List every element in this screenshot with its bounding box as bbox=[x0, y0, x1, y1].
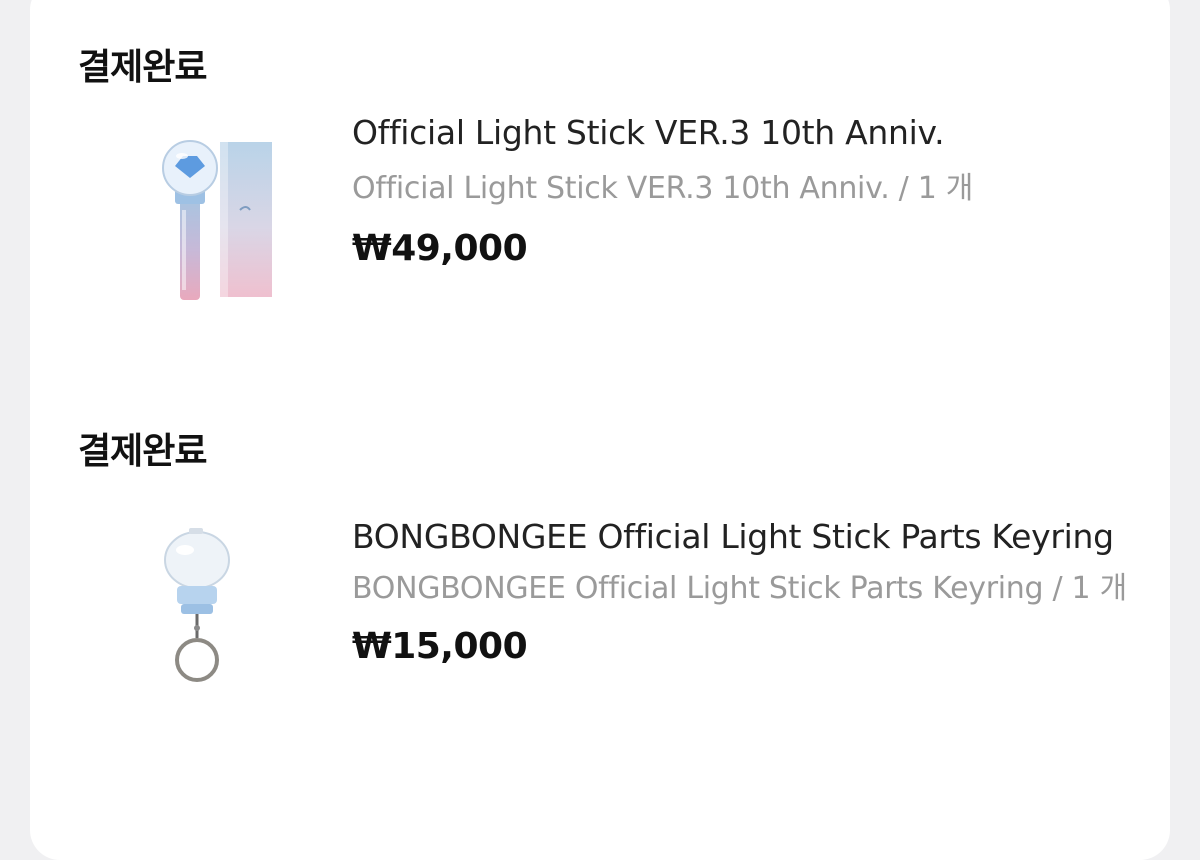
order-status-label: 결제완료 bbox=[78, 47, 207, 88]
product-option: Official Light Stick VER.3 10th Anniv. /… bbox=[352, 171, 974, 206]
product-option: BONGBONGEE Official Light Stick Parts Ke… bbox=[352, 571, 1127, 606]
light-stick-with-box-image bbox=[162, 140, 272, 300]
product-price: ₩49,000 bbox=[352, 228, 528, 269]
product-price: ₩15,000 bbox=[352, 626, 528, 667]
order-item-info: Official Light Stick VER.3 10th Anniv. O… bbox=[352, 108, 1142, 269]
light-stick-keyring-image bbox=[164, 528, 230, 682]
product-name[interactable]: Official Light Stick VER.3 10th Anniv. bbox=[352, 108, 1142, 158]
order-list-card: 결제완료 Official Light Stick VER.3 10th Ann… bbox=[30, 0, 1170, 860]
product-thumbnail-light-stick[interactable] bbox=[120, 130, 350, 320]
product-name[interactable]: BONGBONGEE Official Light Stick Parts Ke… bbox=[352, 512, 1142, 562]
product-thumbnail-keyring[interactable] bbox=[85, 520, 315, 710]
order-status-label: 결제완료 bbox=[78, 431, 207, 472]
order-item-info: BONGBONGEE Official Light Stick Parts Ke… bbox=[352, 512, 1142, 667]
